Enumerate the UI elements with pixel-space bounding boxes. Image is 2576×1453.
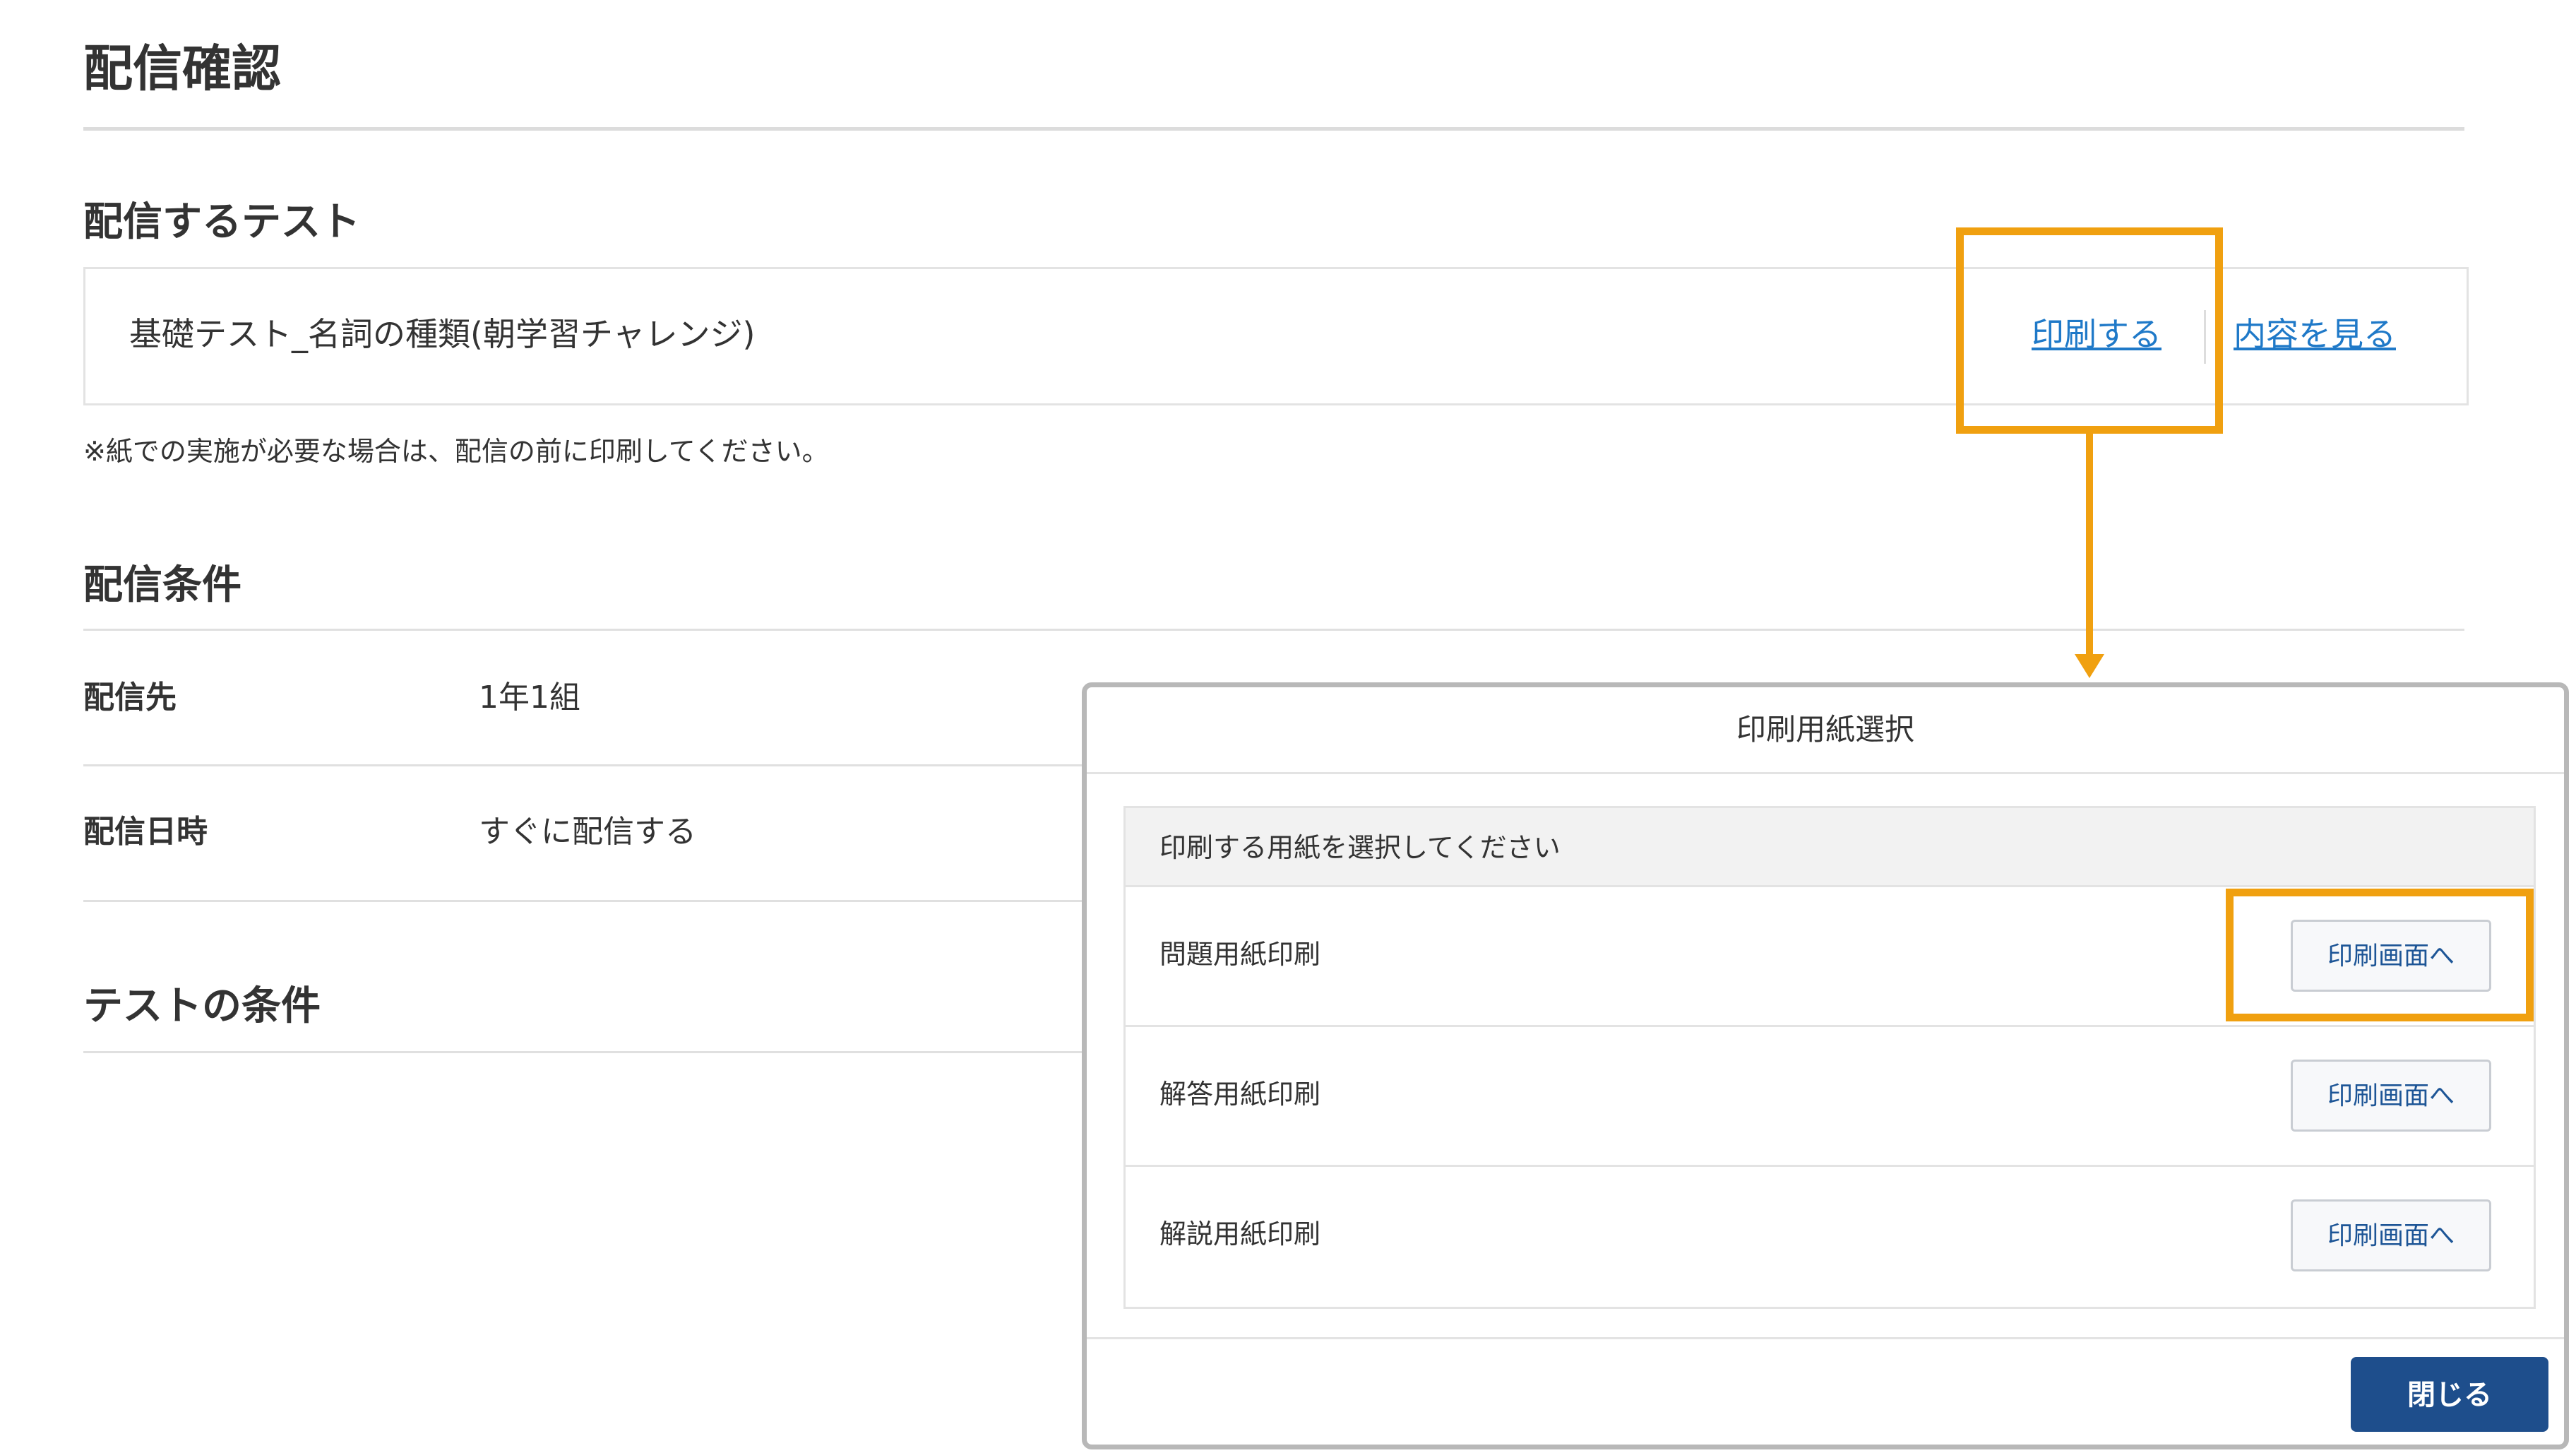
page-title: 配信確認 xyxy=(83,40,281,97)
condition-value-datetime: すぐに配信する xyxy=(479,814,696,850)
print-screen-button-answer[interactable]: 印刷画面へ xyxy=(2291,1060,2491,1132)
option-label-question: 問題用紙印刷 xyxy=(1159,939,1321,970)
title-divider xyxy=(83,127,2464,131)
callout-arrow-line xyxy=(2086,432,2093,658)
print-note: ※紙での実施が必要な場合は、配信の前に印刷してください。 xyxy=(83,436,829,467)
arrow-down-icon xyxy=(2075,654,2104,678)
row-divider xyxy=(83,764,1083,766)
condition-label-destination: 配信先 xyxy=(83,680,177,716)
print-button-highlight xyxy=(2226,889,2534,1021)
modal-footer-divider xyxy=(1087,1337,2564,1339)
test-conditions-divider xyxy=(83,1051,1083,1053)
paper-options-panel: 印刷する用紙を選択してください 問題用紙印刷 印刷画面へ 解答用紙印刷 印刷画面… xyxy=(1123,806,2536,1309)
list-item: 解説用紙印刷 印刷画面へ xyxy=(1126,1167,2534,1307)
print-screen-button-explanation[interactable]: 印刷画面へ xyxy=(2291,1199,2491,1271)
condition-value-destination: 1年1組 xyxy=(479,680,580,716)
row-divider xyxy=(83,900,1083,902)
print-link-highlight xyxy=(1956,227,2223,434)
conditions-heading: 配信条件 xyxy=(83,562,242,608)
close-button[interactable]: 閉じる xyxy=(2351,1357,2548,1432)
view-content-link[interactable]: 内容を見る xyxy=(2234,313,2396,355)
condition-label-datetime: 配信日時 xyxy=(83,814,208,850)
test-section-heading: 配信するテスト xyxy=(83,199,360,245)
print-paper-modal: 印刷用紙選択 印刷する用紙を選択してください 問題用紙印刷 印刷画面へ 解答用紙… xyxy=(1082,682,2569,1449)
option-label-explanation: 解説用紙印刷 xyxy=(1159,1218,1321,1250)
test-name: 基礎テスト_名詞の種類(朝学習チャレンジ) xyxy=(129,315,756,353)
option-label-answer: 解答用紙印刷 xyxy=(1159,1079,1321,1110)
list-item: 解答用紙印刷 印刷画面へ xyxy=(1126,1027,2534,1167)
conditions-divider xyxy=(83,629,2464,631)
test-conditions-heading: テストの条件 xyxy=(83,983,321,1029)
modal-title: 印刷用紙選択 xyxy=(1087,687,2564,774)
panel-instruction: 印刷する用紙を選択してください xyxy=(1126,808,2534,887)
